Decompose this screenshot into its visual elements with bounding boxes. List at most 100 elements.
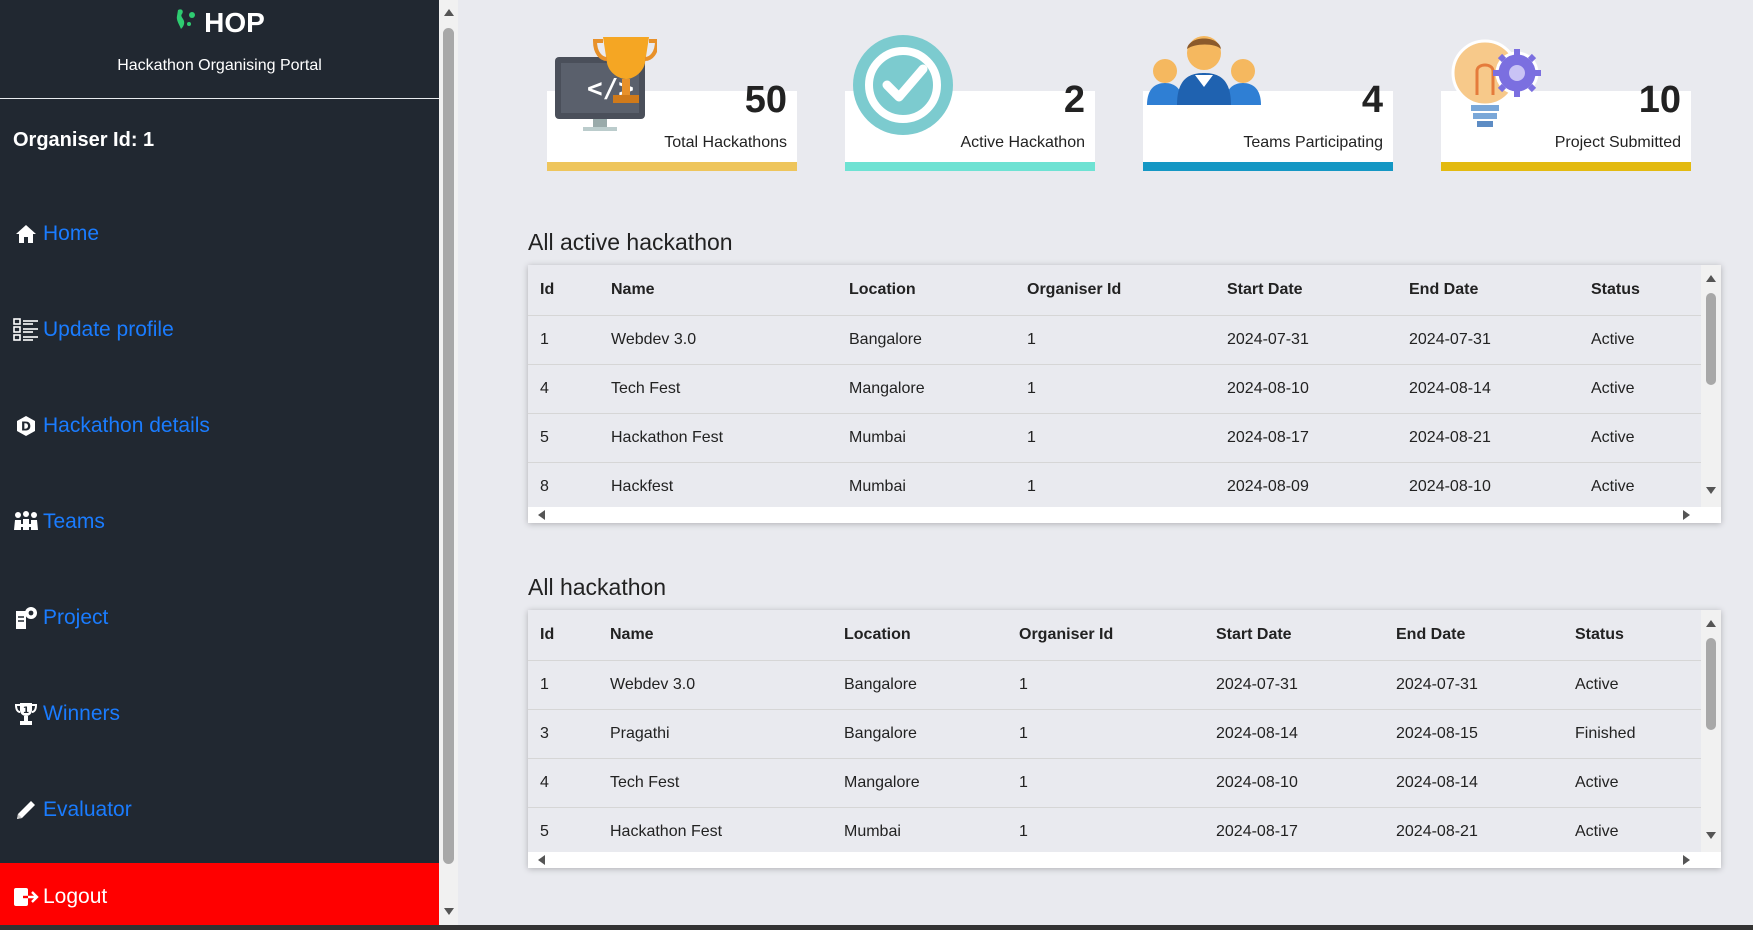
stat-value: 2: [1063, 79, 1085, 121]
table-cell: 1: [1007, 758, 1204, 808]
table-cell: 1: [1015, 364, 1215, 414]
table-cell: Hackathon Fest: [598, 807, 832, 857]
table-cell: Mangalore: [837, 364, 1015, 414]
table-cell: Finished: [1563, 709, 1701, 759]
column-header: Organiser Id: [1015, 265, 1215, 316]
column-header: Organiser Id: [1007, 610, 1204, 661]
nav-project[interactable]: Project: [13, 605, 108, 631]
bulb-gear-icon: [1447, 33, 1551, 137]
table-cell: 2024-08-14: [1397, 364, 1579, 414]
table-cell: 1: [528, 315, 599, 365]
nav-winners[interactable]: 1 Winners: [13, 701, 120, 727]
pencil-icon: [13, 797, 39, 823]
table-cell: 2024-07-31: [1397, 315, 1579, 365]
table-row: 4 Tech Fest Mangalore 1 2024-08-10 2024-…: [528, 758, 1701, 808]
table-cell: 1: [1007, 660, 1204, 710]
table-cell: 1: [1015, 413, 1215, 463]
svg-text:1: 1: [23, 706, 29, 716]
table-row: 3 Pragathi Bangalore 1 2024-08-14 2024-0…: [528, 709, 1701, 759]
sidebar: HOP Hackathon Organising Portal Organise…: [0, 0, 439, 930]
stat-value: 10: [1638, 79, 1681, 121]
organiser-id: Organiser Id: 1: [13, 129, 155, 151]
scroll-down-arrow-icon[interactable]: [444, 908, 454, 915]
all-hackathon-table: Id Name Location Organiser Id Start Date…: [528, 610, 1721, 868]
table-cell: Tech Fest: [599, 364, 837, 414]
list-icon: [13, 317, 39, 343]
scroll-thumb[interactable]: [443, 28, 454, 864]
stat-label: Total Hackathons: [664, 134, 787, 151]
project-gear-icon: [13, 605, 39, 631]
table-horizontal-scrollbar[interactable]: [528, 507, 1721, 523]
stat-label: Project Submitted: [1554, 134, 1681, 151]
trophy-icon: 1: [13, 701, 39, 727]
column-header: Start Date: [1204, 610, 1384, 661]
scroll-left-arrow-icon[interactable]: [538, 855, 545, 865]
table-vertical-scrollbar[interactable]: [1701, 610, 1721, 852]
logout-icon: [13, 884, 39, 910]
nav-hackathon-details[interactable]: D Hackathon details: [13, 413, 210, 439]
stat-bar: [1441, 162, 1691, 171]
table-row: 8 Hackfest Mumbai 1 2024-08-09 2024-08-1…: [528, 462, 1701, 512]
column-header: End Date: [1384, 610, 1563, 661]
table-cell: 2024-07-31: [1384, 660, 1563, 710]
column-header: Start Date: [1215, 265, 1397, 316]
check-circle-icon: [851, 33, 955, 137]
table-row: 1 Webdev 3.0 Bangalore 1 2024-07-31 2024…: [528, 660, 1701, 710]
column-header: Name: [599, 265, 837, 316]
scroll-up-arrow-icon[interactable]: [1706, 275, 1716, 282]
table-vertical-scrollbar[interactable]: [1701, 265, 1721, 507]
active-hackathon-title: All active hackathon: [528, 229, 733, 255]
home-icon: [13, 221, 39, 247]
table-cell: Webdev 3.0: [598, 660, 832, 710]
scroll-up-arrow-icon[interactable]: [444, 9, 454, 16]
table-cell: 2024-08-21: [1384, 807, 1563, 857]
table-cell: Active: [1579, 315, 1701, 365]
table-cell: Active: [1563, 758, 1701, 808]
logout-button[interactable]: Logout: [0, 863, 439, 930]
nav-teams[interactable]: Teams: [13, 509, 105, 535]
column-header: Id: [528, 610, 598, 661]
table-cell: 1: [1007, 709, 1204, 759]
scroll-thumb[interactable]: [1706, 638, 1716, 730]
stat-bar: [845, 162, 1095, 171]
table-cell: 2024-08-15: [1384, 709, 1563, 759]
table-cell: 2024-08-09: [1215, 462, 1397, 512]
scroll-up-arrow-icon[interactable]: [1706, 620, 1716, 627]
nav-update-profile[interactable]: Update profile: [13, 317, 174, 343]
table-cell: Active: [1563, 807, 1701, 857]
table-cell: 4: [528, 758, 598, 808]
stat-card-teams-participating: 4 Teams Participating: [1143, 36, 1393, 171]
table-cell: 1: [528, 660, 598, 710]
scroll-down-arrow-icon[interactable]: [1706, 487, 1716, 494]
table-cell: Bangalore: [832, 660, 1007, 710]
stat-card-active-hackathon: 2 Active Hackathon: [845, 35, 1095, 171]
brand-subtitle: Hackathon Organising Portal: [117, 57, 322, 74]
window-bottom-edge: [0, 925, 1753, 930]
table-cell: Bangalore: [832, 709, 1007, 759]
nav-evaluator[interactable]: Evaluator: [13, 797, 132, 823]
table-row: 5 Hackathon Fest Mumbai 1 2024-08-17 202…: [528, 413, 1701, 463]
table-cell: 5: [528, 807, 598, 857]
table-cell: Active: [1563, 660, 1701, 710]
table-cell: Tech Fest: [598, 758, 832, 808]
stat-value: 50: [744, 79, 787, 121]
scroll-left-arrow-icon[interactable]: [538, 510, 545, 520]
stat-value: 4: [1361, 79, 1383, 121]
scroll-right-arrow-icon[interactable]: [1683, 855, 1690, 865]
sidebar-scrollbar[interactable]: [439, 0, 458, 930]
brand: HOP Hackathon Organising Portal: [0, 0, 439, 99]
table-cell: Bangalore: [837, 315, 1015, 365]
stat-card-total-hackathons: </> 50 Total Hackathons: [547, 37, 797, 171]
scroll-thumb[interactable]: [1706, 293, 1716, 385]
table-horizontal-scrollbar[interactable]: [528, 852, 1721, 868]
nav-home[interactable]: Home: [13, 221, 99, 247]
table-cell: 2024-07-31: [1215, 315, 1397, 365]
scroll-down-arrow-icon[interactable]: [1706, 832, 1716, 839]
column-header: Status: [1579, 265, 1701, 316]
globe-icon: [174, 6, 198, 39]
scroll-right-arrow-icon[interactable]: [1683, 510, 1690, 520]
table-cell: Mumbai: [837, 413, 1015, 463]
column-header: Status: [1563, 610, 1701, 661]
table-cell: Webdev 3.0: [599, 315, 837, 365]
table-row: 5 Hackathon Fest Mumbai 1 2024-08-17 202…: [528, 807, 1701, 857]
